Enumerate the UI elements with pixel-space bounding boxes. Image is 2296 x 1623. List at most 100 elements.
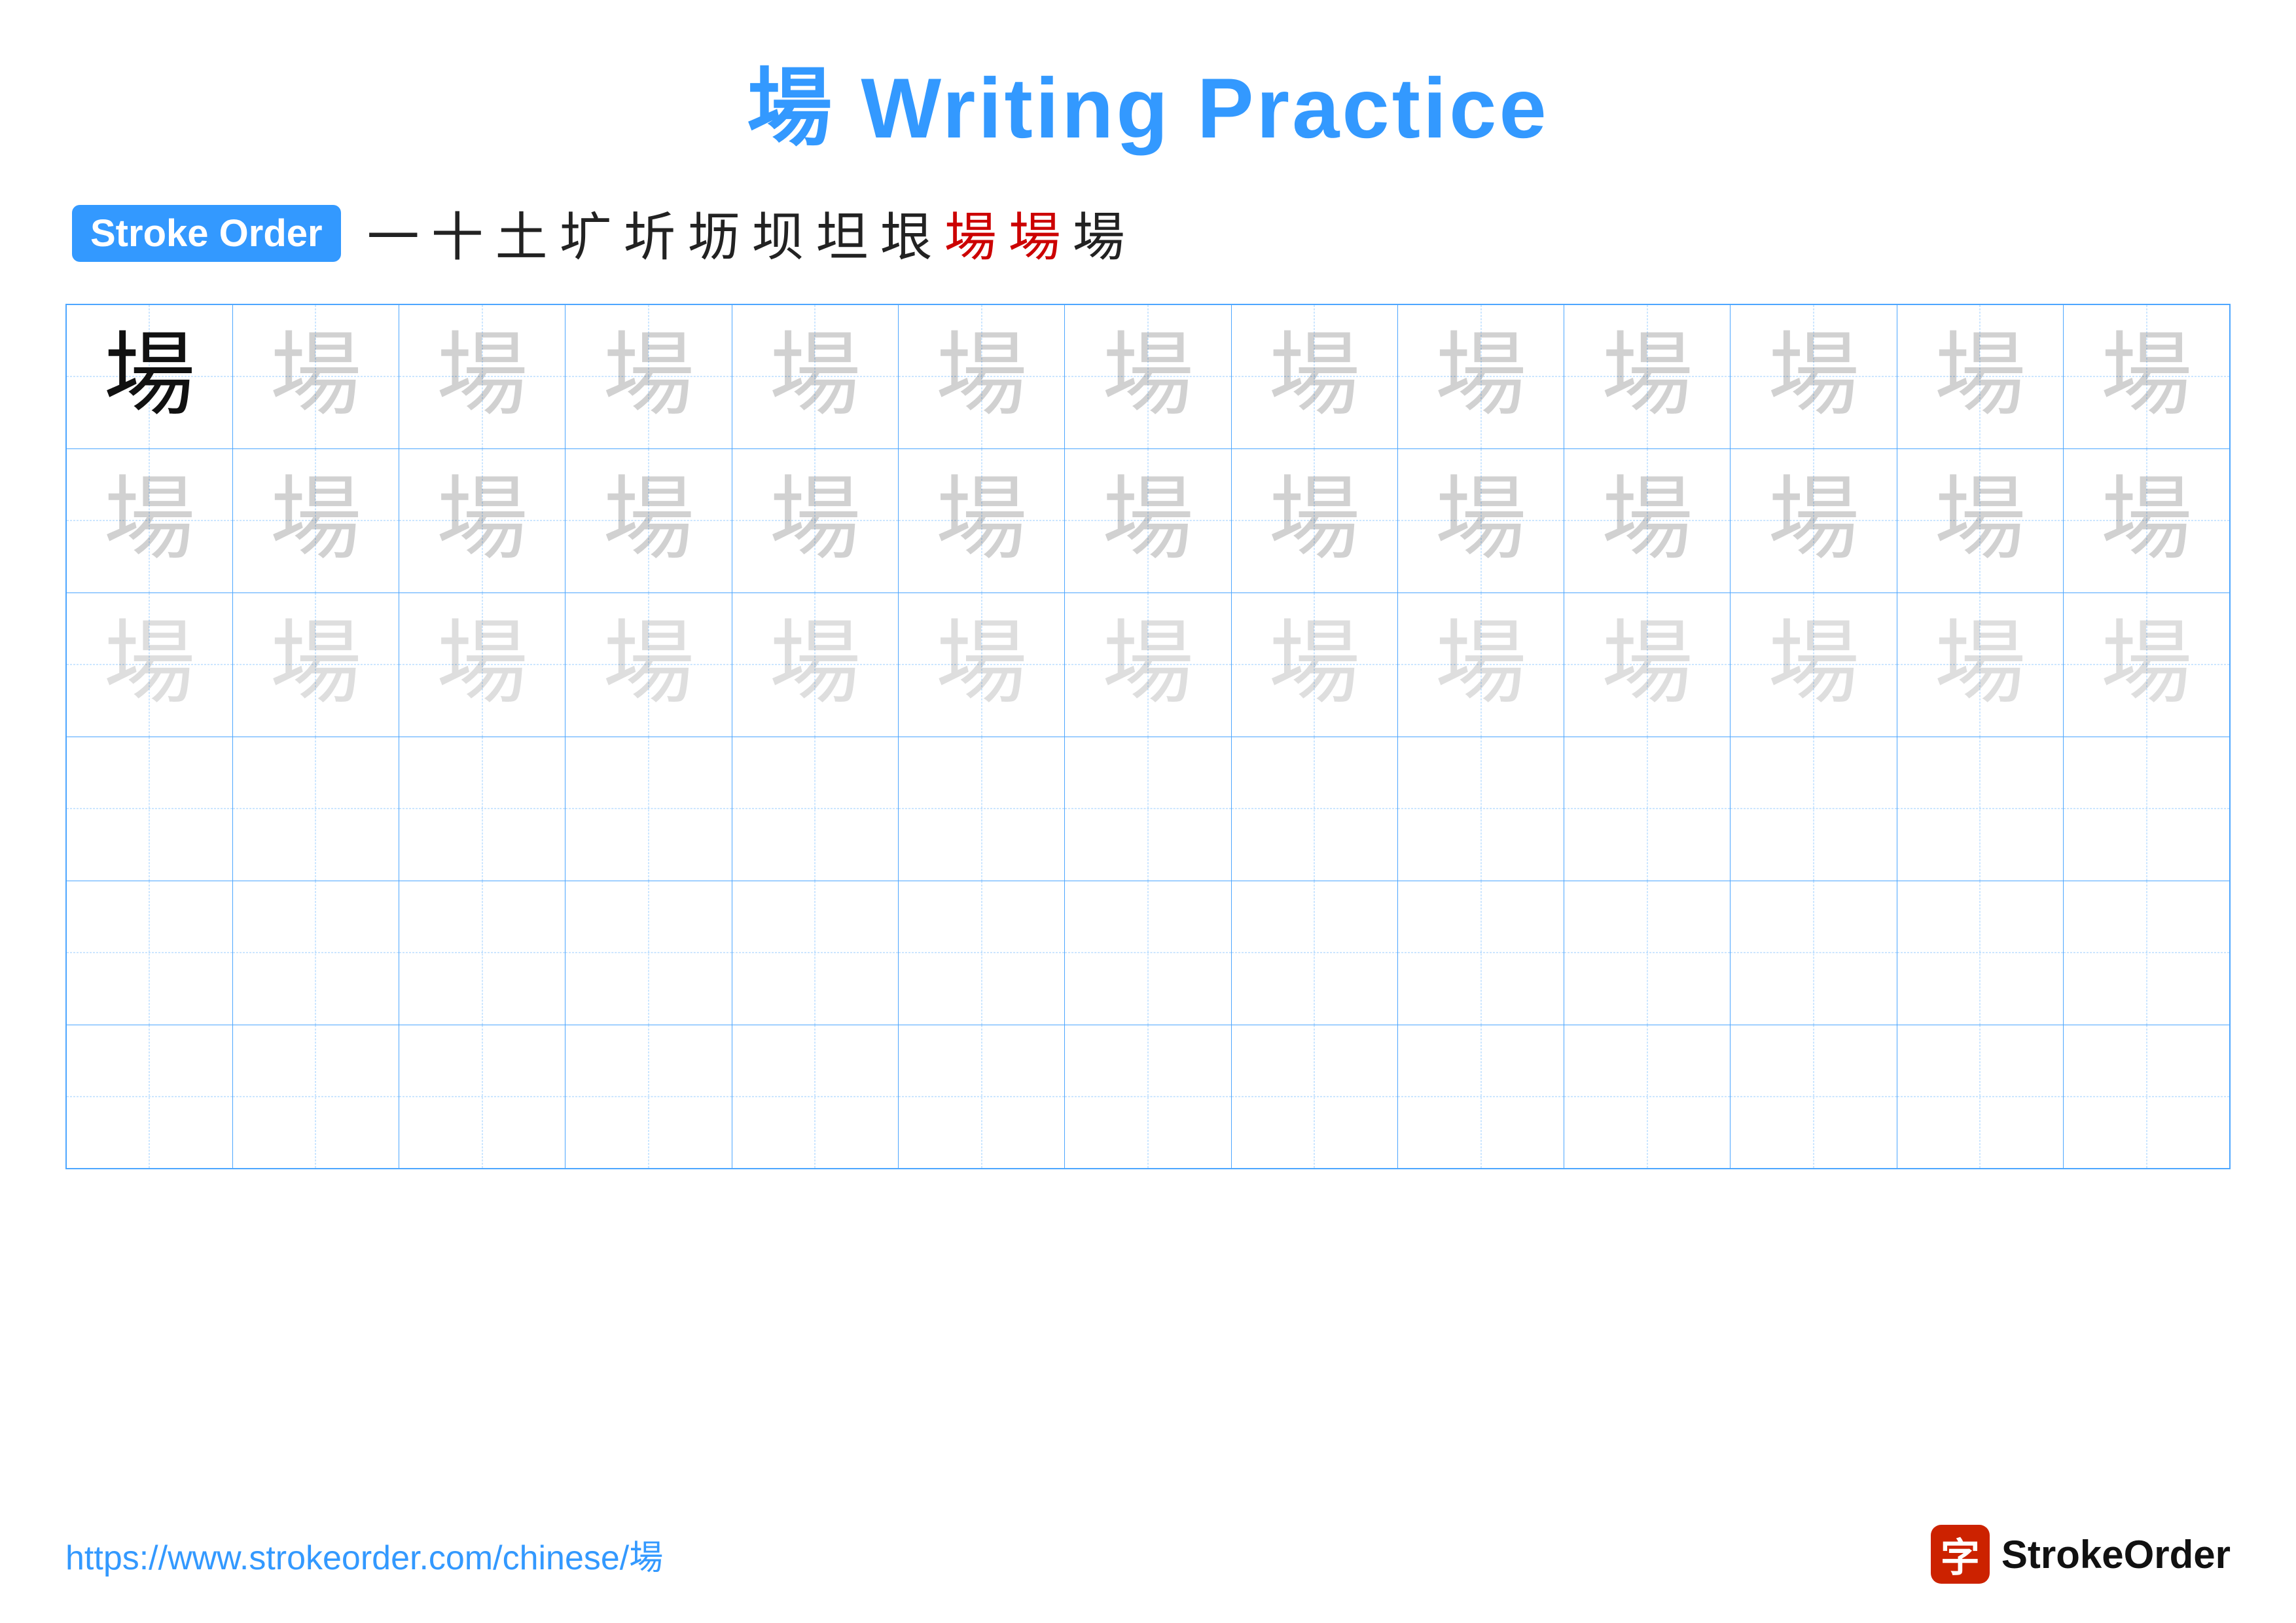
grid-cell-1-0: 場: [66, 448, 232, 593]
grid-cell-4-5: [898, 881, 1064, 1025]
grid-cell-4-3: [565, 881, 732, 1025]
grid-char-0-7: 場: [1268, 325, 1360, 427]
grid-cell-0-6: 場: [1065, 304, 1231, 448]
page-title: 場 Writing Practice: [65, 39, 2231, 162]
stroke-order-badge: Stroke Order: [72, 205, 341, 262]
grid-char-0-9: 場: [1602, 325, 1693, 427]
grid-char-2-2: 場: [437, 613, 528, 715]
grid-cell-0-2: 場: [399, 304, 565, 448]
grid-char-2-10: 場: [1768, 613, 1859, 715]
grid-cell-5-10: [1731, 1025, 1897, 1169]
stroke-seq-char-11: 場: [1073, 195, 1125, 271]
grid-cell-5-8: [1397, 1025, 1564, 1169]
grid-row-2: 場場場場場場場場場場場場場: [66, 593, 2230, 737]
grid-cell-1-12: 場: [2064, 448, 2230, 593]
grid-cell-3-1: [232, 737, 399, 881]
grid-cell-5-3: [565, 1025, 732, 1169]
grid-cell-2-5: 場: [898, 593, 1064, 737]
grid-cell-4-4: [732, 881, 898, 1025]
grid-cell-3-0: [66, 737, 232, 881]
stroke-seq-char-2: 土: [495, 195, 548, 271]
grid-char-0-2: 場: [437, 325, 528, 427]
grid-row-4: [66, 881, 2230, 1025]
grid-cell-3-4: [732, 737, 898, 881]
logo-icon: 字: [1931, 1525, 1990, 1584]
grid-cell-1-11: 場: [1897, 448, 2063, 593]
grid-cell-4-12: [2064, 881, 2230, 1025]
grid-char-1-4: 場: [769, 469, 861, 571]
grid-cell-1-2: 場: [399, 448, 565, 593]
footer: https://www.strokeorder.com/chinese/場 字 …: [65, 1525, 2231, 1584]
footer-logo: 字 StrokeOrder: [1931, 1525, 2231, 1584]
grid-cell-3-11: [1897, 737, 2063, 881]
grid-cell-3-12: [2064, 737, 2230, 881]
grid-char-2-9: 場: [1602, 613, 1693, 715]
grid-char-2-6: 場: [1102, 613, 1194, 715]
practice-grid: 場場場場場場場場場場場場場場場場場場場場場場場場場場場場場場場場場場場場場場場: [65, 304, 2231, 1169]
grid-row-5: [66, 1025, 2230, 1169]
grid-cell-4-7: [1231, 881, 1397, 1025]
grid-cell-3-7: [1231, 737, 1397, 881]
grid-cell-5-5: [898, 1025, 1064, 1169]
grid-char-0-5: 場: [936, 325, 1028, 427]
stroke-seq-char-10: 場: [1009, 195, 1061, 271]
grid-cell-1-4: 場: [732, 448, 898, 593]
grid-char-1-2: 場: [437, 469, 528, 571]
grid-cell-5-1: [232, 1025, 399, 1169]
grid-char-1-11: 場: [1934, 469, 2026, 571]
grid-cell-1-6: 場: [1065, 448, 1231, 593]
grid-cell-0-12: 場: [2064, 304, 2230, 448]
grid-cell-1-10: 場: [1731, 448, 1897, 593]
grid-cell-2-10: 場: [1731, 593, 1897, 737]
grid-cell-3-6: [1065, 737, 1231, 881]
grid-char-2-3: 場: [603, 613, 694, 715]
grid-char-2-1: 場: [270, 613, 361, 715]
grid-char-1-9: 場: [1602, 469, 1693, 571]
grid-cell-2-0: 場: [66, 593, 232, 737]
logo-text: StrokeOrder: [2001, 1532, 2231, 1577]
grid-cell-3-3: [565, 737, 732, 881]
grid-cell-2-6: 場: [1065, 593, 1231, 737]
grid-char-1-8: 場: [1435, 469, 1527, 571]
grid-cell-3-8: [1397, 737, 1564, 881]
grid-cell-2-2: 場: [399, 593, 565, 737]
grid-cell-5-12: [2064, 1025, 2230, 1169]
grid-cell-1-8: 場: [1397, 448, 1564, 593]
grid-char-1-7: 場: [1268, 469, 1360, 571]
grid-char-1-1: 場: [270, 469, 361, 571]
grid-cell-3-2: [399, 737, 565, 881]
grid-cell-1-3: 場: [565, 448, 732, 593]
stroke-seq-char-4: 圻: [624, 195, 676, 271]
grid-cell-2-11: 場: [1897, 593, 2063, 737]
grid-char-1-6: 場: [1102, 469, 1194, 571]
grid-cell-5-7: [1231, 1025, 1397, 1169]
grid-char-2-0: 場: [103, 613, 195, 715]
grid-char-2-12: 場: [2101, 613, 2193, 715]
grid-cell-2-12: 場: [2064, 593, 2230, 737]
grid-char-0-4: 場: [769, 325, 861, 427]
grid-char-0-10: 場: [1768, 325, 1859, 427]
grid-cell-2-8: 場: [1397, 593, 1564, 737]
grid-row-3: [66, 737, 2230, 881]
grid-char-0-6: 場: [1102, 325, 1194, 427]
grid-char-0-1: 場: [270, 325, 361, 427]
grid-char-2-4: 場: [769, 613, 861, 715]
grid-char-2-8: 場: [1435, 613, 1527, 715]
stroke-seq-char-9: 場: [944, 195, 997, 271]
stroke-sequence: 一十土圹圻坜坝坦垠場場場: [367, 195, 1125, 271]
stroke-seq-char-6: 坝: [752, 195, 804, 271]
stroke-order-row: Stroke Order 一十土圹圻坜坝坦垠場場場: [65, 195, 2231, 271]
grid-cell-2-9: 場: [1564, 593, 1731, 737]
grid-cell-1-9: 場: [1564, 448, 1731, 593]
grid-char-1-12: 場: [2101, 469, 2193, 571]
grid-cell-5-11: [1897, 1025, 2063, 1169]
grid-cell-1-7: 場: [1231, 448, 1397, 593]
grid-cell-0-1: 場: [232, 304, 399, 448]
grid-cell-1-5: 場: [898, 448, 1064, 593]
grid-cell-4-10: [1731, 881, 1897, 1025]
grid-char-1-0: 場: [103, 469, 195, 571]
footer-url: https://www.strokeorder.com/chinese/場: [65, 1530, 663, 1579]
grid-cell-3-10: [1731, 737, 1897, 881]
grid-cell-0-7: 場: [1231, 304, 1397, 448]
grid-char-0-11: 場: [1934, 325, 2026, 427]
